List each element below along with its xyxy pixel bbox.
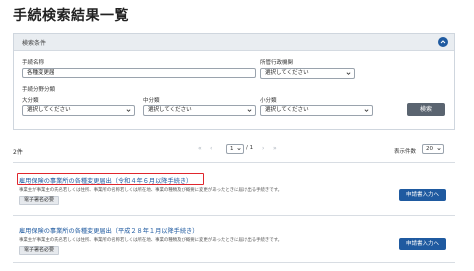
minor-category-label: 小分類 — [260, 98, 277, 104]
minor-category-select[interactable]: 選択してください — [260, 105, 373, 116]
middle-category-select[interactable]: 選択してください — [143, 105, 256, 116]
apply-form-button[interactable]: 申請書入力へ — [399, 238, 446, 250]
next-page-button[interactable]: › — [262, 145, 264, 152]
category-label: 手続分野分類 — [22, 87, 56, 93]
agency-select[interactable]: 選択してください — [260, 68, 355, 79]
result-description: 事業主が事業主の氏名若しくは住所、事業所の名称若しくは所在地、事業の種類及び概要… — [19, 238, 283, 243]
page-select[interactable]: 1 — [226, 144, 244, 154]
page-total: / 1 — [246, 145, 254, 151]
result-count: 2件 — [13, 149, 23, 156]
agency-select-value: 選択してください — [265, 70, 309, 76]
page-select-value: 1 — [230, 146, 234, 152]
last-page-button[interactable]: » — [273, 145, 277, 152]
minor-category-value: 選択してください — [265, 107, 309, 113]
procedure-name-label: 手続名称 — [22, 60, 45, 66]
major-category-select[interactable]: 選択してください — [22, 105, 135, 116]
prev-page-button[interactable]: ‹ — [210, 145, 212, 152]
chevron-down-icon — [364, 109, 369, 112]
chevron-down-icon — [247, 109, 252, 112]
divider — [13, 215, 455, 216]
page-title: 手続検索結果一覧 — [13, 8, 129, 24]
procedure-name-input[interactable]: 各種変更届 — [22, 68, 256, 78]
major-category-label: 大分類 — [22, 98, 39, 104]
apply-form-button[interactable]: 申請書入力へ — [399, 189, 446, 201]
chevron-down-icon — [346, 72, 351, 75]
first-page-button[interactable]: « — [198, 145, 202, 152]
collapse-panel-button[interactable] — [438, 37, 448, 47]
signature-required-badge: 電子署名必要 — [19, 246, 60, 255]
result-item: 雇用保険の事業所の各種変更届出（平成２８年１月以降手続き） 事業主が事業主の氏名… — [13, 226, 455, 260]
search-panel-header[interactable]: 検索条件 — [14, 34, 454, 51]
agency-label: 所管行政機関 — [260, 60, 294, 66]
chevron-up-icon — [440, 40, 446, 44]
major-category-value: 選択してください — [27, 107, 71, 113]
middle-category-value: 選択してください — [148, 107, 192, 113]
signature-required-badge: 電子署名必要 — [19, 196, 60, 205]
divider — [13, 262, 455, 263]
middle-category-label: 中分類 — [143, 98, 160, 104]
search-button[interactable]: 検索 — [407, 103, 445, 116]
chevron-down-icon — [437, 148, 441, 151]
result-item: 雇用保険の事業所の各種変更届出（令和４年６月以降手続き） 事業主が事業主の氏名若… — [13, 173, 455, 210]
chevron-down-icon — [126, 109, 131, 112]
chevron-down-icon — [237, 148, 241, 151]
result-title-link[interactable]: 雇用保険の事業所の各種変更届出（令和４年６月以降手続き） — [19, 176, 192, 185]
search-conditions-panel: 検索条件 手続名称 各種変更届 所管行政機関 選択してください 手続分野分類 大… — [13, 33, 455, 130]
result-title-link[interactable]: 雇用保険の事業所の各種変更届出（平成２８年１月以降手続き） — [19, 226, 198, 235]
divider — [13, 162, 455, 163]
per-page-value: 20 — [426, 146, 433, 152]
per-page-select[interactable]: 20 — [422, 144, 444, 154]
search-panel-title: 検索条件 — [22, 40, 47, 47]
result-description: 事業主が事業主の氏名若しくは住所、事業所の名称若しくは所在地、事業の種類及び概要… — [19, 188, 283, 193]
per-page-label: 表示件数 — [394, 149, 417, 155]
